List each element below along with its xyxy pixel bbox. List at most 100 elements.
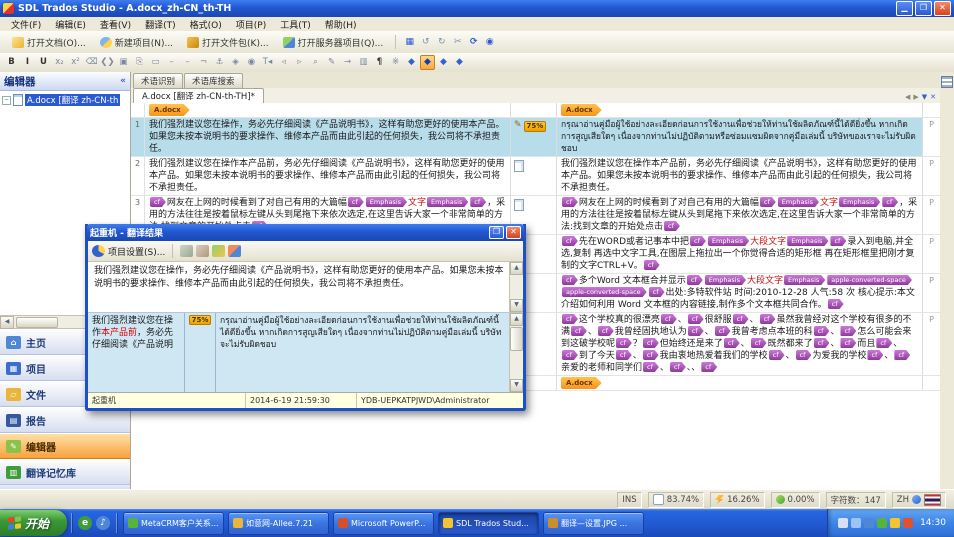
source-cell[interactable]: 我们强烈建议您在操作本产品前，务必先仔细阅读《产品说明书》，这样有助您更好的使用…: [145, 157, 511, 195]
tag-cf[interactable]: cf: [733, 314, 749, 324]
open-server-project-button[interactable]: 打开服务器项目(Q)...: [277, 34, 390, 51]
tag-cf[interactable]: cf: [664, 221, 680, 231]
target-cell[interactable]: cf这个学校真的很漂亮cf、cf很舒服cf、cf虽然我曾经对这个学校有很多的不满…: [557, 313, 923, 375]
tag-apple-converted-space[interactable]: apple-converted-space: [827, 275, 912, 285]
tree-expander-icon[interactable]: −: [2, 96, 11, 105]
update-shield-icon[interactable]: [890, 518, 900, 528]
term-recognition-panel-icon[interactable]: [941, 76, 953, 88]
tab-list-icon[interactable]: ▼: [922, 93, 927, 101]
target-cell[interactable]: cf网友在上网的时候看到了对自己有用的大篇幅cfEmphasis文字Emphas…: [557, 196, 923, 234]
prev-segment-icon[interactable]: ◃: [276, 55, 291, 70]
bold-icon[interactable]: B: [4, 55, 19, 70]
tag-cf[interactable]: cf: [348, 197, 364, 207]
dash3-icon[interactable]: ¬: [196, 55, 211, 70]
tag-cf[interactable]: cf: [562, 350, 578, 360]
tag-cf[interactable]: cf: [562, 236, 578, 246]
keyboard-indicator-icon[interactable]: [838, 518, 848, 528]
dash1-icon[interactable]: –: [164, 55, 179, 70]
scroll-down-icon[interactable]: ▼: [510, 379, 523, 392]
tag-cf[interactable]: cf: [751, 338, 767, 348]
find-icon[interactable]: ⌕: [308, 55, 323, 70]
menu-item[interactable]: 翻译(T): [138, 18, 183, 31]
tag-apple-converted-space[interactable]: apple-converted-space: [562, 287, 647, 297]
project-settings-button[interactable]: 项目设置(S)...: [108, 245, 165, 258]
target-cell[interactable]: cf先在WORD或者记事本中把cfEmphasis大段文字Emphasiscf录…: [557, 235, 923, 273]
table-row[interactable]: 2我们强烈建议您在操作本产品前，务必先仔细阅读《产品说明书》，这样有助您更好的使…: [131, 157, 940, 196]
menu-item[interactable]: 帮助(H): [318, 18, 364, 31]
tag-cf[interactable]: cf: [688, 314, 704, 324]
nav-diamond-2-icon[interactable]: ◆: [420, 55, 435, 70]
translation-results-window[interactable]: 起重机 - 翻译结果 ❐ ✕ 项目设置(S)... 我们强烈建议您在操作，务必先…: [85, 224, 526, 411]
refresh-icon[interactable]: ⟳: [466, 35, 481, 50]
redo-icon[interactable]: ↻: [434, 35, 449, 50]
tag-cf[interactable]: cf: [690, 236, 706, 246]
tag-cf[interactable]: cf: [760, 314, 776, 324]
tag-cf[interactable]: cf: [867, 350, 883, 360]
tag-cf[interactable]: cf: [150, 197, 166, 207]
tree-item-document[interactable]: − A.docx [翻译 zh-CN-th: [2, 94, 128, 106]
menu-item[interactable]: 工具(T): [273, 18, 318, 31]
tag-cf[interactable]: cf: [643, 362, 659, 372]
tag-Emphasis[interactable]: Emphasis: [839, 197, 880, 207]
tag-cf[interactable]: cf: [828, 299, 844, 309]
panel-tab-术语库搜索[interactable]: 术语库搜索: [184, 73, 243, 88]
scrollbar-thumb[interactable]: [16, 317, 58, 328]
preview-icon[interactable]: ▥: [356, 55, 371, 70]
popup-dock-button[interactable]: ❐: [489, 226, 504, 239]
menu-item[interactable]: 编辑(E): [48, 18, 93, 31]
tag-cf[interactable]: cf: [840, 338, 856, 348]
tag-cf[interactable]: cf: [688, 326, 704, 336]
sidebar-item-翻译记忆库[interactable]: ▥翻译记忆库: [0, 459, 130, 485]
help-icon[interactable]: ◉: [482, 35, 497, 50]
popup-table-scrollbar[interactable]: ▲ ▼: [509, 313, 523, 392]
cut-icon[interactable]: ✂: [450, 35, 465, 50]
minimize-button[interactable]: ▁: [896, 1, 913, 16]
tm-results-table[interactable]: 我们强烈建议您在操作本产品前，务必先仔细阅读《产品说明 75% กรุณาอ่า…: [88, 313, 523, 392]
tag-Emphasis[interactable]: Emphasis: [427, 197, 468, 207]
panel-tab-术语识别[interactable]: 术语识别: [133, 73, 183, 88]
tag-cf[interactable]: cf: [701, 362, 717, 372]
tag-Emphasis[interactable]: Emphasis: [778, 197, 819, 207]
title-bar[interactable]: SDL Trados Studio - A.docx_zh-CN_th-TH ▁…: [0, 0, 954, 17]
target-cell[interactable]: กรุณาอ่านคู่มือผู้ใช้อย่างละเอียดก่อนการ…: [557, 118, 923, 156]
tag-cf[interactable]: cf: [876, 338, 892, 348]
safely-remove-icon[interactable]: [864, 518, 874, 528]
table-row[interactable]: 1我们强烈建议您在操作，务必先仔细阅读《产品说明书》，这样有助您更好的使用本产品…: [131, 118, 940, 157]
popup-title-bar[interactable]: 起重机 - 翻译结果 ❐ ✕: [87, 224, 524, 241]
popup-close-button[interactable]: ✕: [506, 226, 521, 239]
tag-cf[interactable]: cf: [796, 350, 812, 360]
undo-icon[interactable]: ↺: [418, 35, 433, 50]
sidebar-item-编辑器[interactable]: ✎编辑器: [0, 433, 130, 459]
anchor-icon[interactable]: ⚓: [212, 55, 227, 70]
maximize-button[interactable]: ❐: [915, 1, 932, 16]
lock-icon[interactable]: ◉: [244, 55, 259, 70]
nav-diamond-1-icon[interactable]: ◆: [404, 55, 419, 70]
sidebar-collapse-button[interactable]: «: [120, 76, 126, 86]
tag-Emphasis[interactable]: Emphasis: [784, 275, 825, 285]
tag-cf[interactable]: cf: [715, 326, 731, 336]
confirm-icon[interactable]: ◈: [228, 55, 243, 70]
tag-cf[interactable]: cf: [616, 350, 632, 360]
tab-scroll-right-icon[interactable]: ▶: [913, 93, 918, 101]
tab-close-icon[interactable]: ✕: [930, 93, 936, 101]
taskbar-item[interactable]: MetaCRM客户关系...: [123, 512, 224, 535]
goto-icon[interactable]: →: [340, 55, 355, 70]
add-term-icon[interactable]: [228, 245, 241, 257]
tag-cf[interactable]: cf: [562, 197, 578, 207]
tag-cf[interactable]: cf: [643, 350, 659, 360]
taskbar-item[interactable]: Microsoft PowerP...: [333, 512, 434, 535]
scroll-up-icon[interactable]: ▲: [510, 313, 523, 326]
segment-status-cell[interactable]: [511, 157, 557, 195]
edit-translation-icon[interactable]: [212, 245, 225, 257]
numbering-icon[interactable]: T◂: [260, 55, 275, 70]
antivirus-icon[interactable]: [877, 518, 887, 528]
tag-cf[interactable]: cf: [644, 260, 660, 270]
popup-body-scrollbar[interactable]: ▲ ▼: [509, 262, 523, 312]
tag-cf[interactable]: cf: [598, 326, 614, 336]
scroll-up-icon[interactable]: ▲: [510, 262, 523, 275]
tag-cf[interactable]: cf: [894, 350, 910, 360]
next-segment-icon[interactable]: ▹: [292, 55, 307, 70]
tag-Emphasis[interactable]: Emphasis: [708, 236, 749, 246]
nav-diamond-3-icon[interactable]: ◆: [436, 55, 451, 70]
dash2-icon[interactable]: –: [180, 55, 195, 70]
